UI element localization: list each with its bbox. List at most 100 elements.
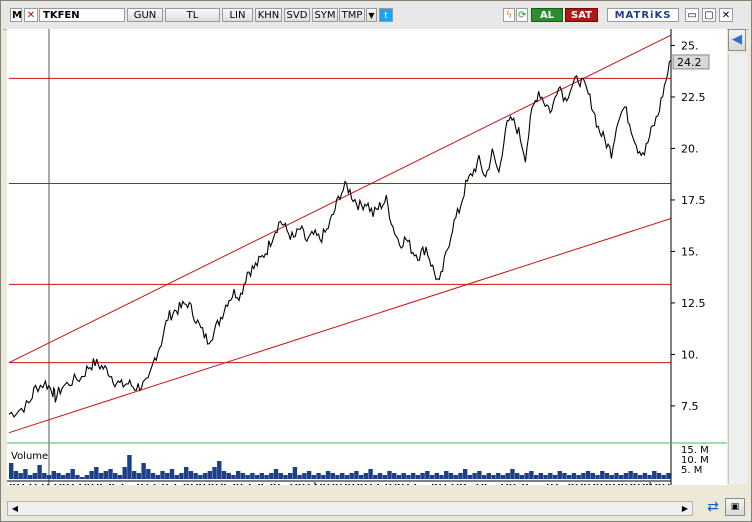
tmp-button[interactable]: TMP bbox=[339, 8, 365, 22]
volume-bar bbox=[84, 475, 90, 479]
currency-button[interactable]: TL bbox=[165, 8, 220, 22]
recycle-icon[interactable]: ⟳ bbox=[516, 8, 528, 22]
symbol-field[interactable]: TKFEN bbox=[39, 8, 125, 22]
volume-tick-label-2: 5. M bbox=[681, 465, 702, 476]
volume-bar bbox=[117, 475, 123, 479]
volume-bar bbox=[70, 469, 75, 479]
arrow-left-icon[interactable]: ◀ bbox=[728, 29, 746, 51]
date-tick bbox=[584, 484, 586, 485]
chart-area[interactable]: 25. 22.5 20. 17.5 15. 12.5 10. 7.5 24.2 Volume 15.… bbox=[7, 29, 727, 485]
date-tick bbox=[146, 484, 149, 485]
scale-button[interactable]: LIN bbox=[222, 8, 253, 22]
volume-bar bbox=[278, 473, 283, 479]
volume-bar bbox=[344, 475, 350, 479]
horizontal-scrollbar[interactable]: ◀ ▶ bbox=[7, 501, 693, 516]
volume-bar bbox=[656, 473, 662, 479]
scroll-left-icon[interactable]: ◀ bbox=[8, 502, 22, 515]
date-tick bbox=[295, 484, 298, 485]
close-window-button[interactable]: ✕ bbox=[719, 8, 733, 22]
sell-button[interactable]: SAT bbox=[565, 8, 598, 22]
volume-bar bbox=[325, 471, 331, 479]
date-tick bbox=[667, 484, 670, 485]
volume-bar bbox=[141, 463, 146, 479]
svd-button[interactable]: SVD bbox=[284, 8, 310, 22]
volume-bar bbox=[330, 473, 335, 479]
volume-bar bbox=[122, 467, 127, 479]
settings-icon[interactable]: ▣ bbox=[725, 498, 745, 516]
vertical-scrollbar[interactable] bbox=[728, 54, 747, 484]
volume-bar bbox=[410, 473, 416, 479]
y-tick-label-7: 7.5 bbox=[681, 400, 699, 413]
matriks-logo: MATRiKS bbox=[607, 8, 679, 22]
volume-bar bbox=[146, 469, 151, 479]
volume-bar bbox=[538, 473, 544, 479]
volume-bar bbox=[245, 475, 250, 479]
date-tick bbox=[340, 484, 342, 485]
volume-bar bbox=[628, 471, 633, 479]
minimize-button[interactable]: ▭ bbox=[685, 8, 699, 22]
volume-bar bbox=[373, 475, 378, 479]
volume-bar bbox=[231, 475, 236, 479]
date-tick bbox=[484, 484, 487, 485]
volume-bar bbox=[666, 473, 671, 479]
chevron-down-icon[interactable]: ▼ bbox=[366, 8, 377, 22]
twitter-icon[interactable]: t bbox=[379, 8, 393, 22]
volume-bar bbox=[254, 475, 260, 479]
volume-bar bbox=[292, 467, 298, 479]
date-tick bbox=[451, 484, 454, 485]
volume-bar bbox=[283, 475, 288, 479]
date-tick bbox=[153, 484, 156, 485]
date-tick bbox=[588, 484, 590, 485]
date-tick bbox=[59, 484, 62, 485]
scroll-right-icon[interactable]: ▶ bbox=[678, 502, 692, 515]
volume-bar bbox=[633, 473, 638, 479]
volume-bar bbox=[444, 471, 449, 479]
volume-bar bbox=[198, 475, 203, 479]
date-tick bbox=[66, 484, 69, 485]
volume-bar bbox=[548, 473, 553, 479]
date-tick bbox=[459, 484, 462, 485]
date-tick bbox=[568, 484, 571, 485]
date-tick bbox=[621, 484, 623, 485]
volume-bar bbox=[75, 475, 80, 479]
volume-bar bbox=[316, 473, 321, 479]
volume-bar bbox=[89, 471, 94, 479]
date-tick bbox=[643, 484, 645, 485]
close-chart-button[interactable]: ✕ bbox=[24, 8, 38, 22]
khn-button[interactable]: KHN bbox=[255, 8, 282, 22]
y-tick-label-0: 25. bbox=[681, 39, 699, 52]
volume-bar bbox=[98, 473, 104, 479]
date-tick bbox=[79, 484, 81, 485]
date-tick bbox=[54, 484, 57, 485]
volume-bar bbox=[481, 475, 487, 479]
date-tick bbox=[162, 484, 164, 485]
volume-bar bbox=[127, 455, 132, 479]
volume-bar bbox=[269, 473, 274, 479]
date-tick bbox=[327, 484, 330, 485]
date-tick bbox=[369, 484, 372, 485]
date-tick bbox=[112, 484, 115, 485]
volume-bar bbox=[363, 473, 369, 479]
sync-icon[interactable]: ⇄ bbox=[703, 498, 723, 516]
date-tick bbox=[571, 484, 574, 485]
volume-bar bbox=[13, 471, 19, 479]
date-tick bbox=[298, 484, 301, 485]
date-tick bbox=[72, 484, 74, 485]
volume-bar bbox=[174, 475, 179, 479]
bolt-icon[interactable]: ϟ bbox=[503, 8, 515, 22]
date-tick bbox=[608, 484, 611, 485]
menu-button[interactable]: M bbox=[10, 8, 22, 22]
maximize-button[interactable]: ▢ bbox=[702, 8, 716, 22]
date-tick bbox=[224, 484, 226, 485]
volume-bar bbox=[273, 469, 279, 479]
volume-bar bbox=[595, 475, 600, 479]
sym-button[interactable]: SYM bbox=[312, 8, 338, 22]
price-chart[interactable]: 25.22.520.17.515.12.510.7.524.2Volume15.… bbox=[7, 29, 727, 485]
volume-bar bbox=[524, 473, 529, 479]
period-button[interactable]: GUN bbox=[127, 8, 163, 22]
volume-bar bbox=[401, 473, 406, 479]
date-tick bbox=[261, 484, 263, 485]
buy-button[interactable]: AL bbox=[531, 8, 563, 22]
date-tick bbox=[551, 484, 553, 485]
volume-bar bbox=[155, 475, 161, 479]
